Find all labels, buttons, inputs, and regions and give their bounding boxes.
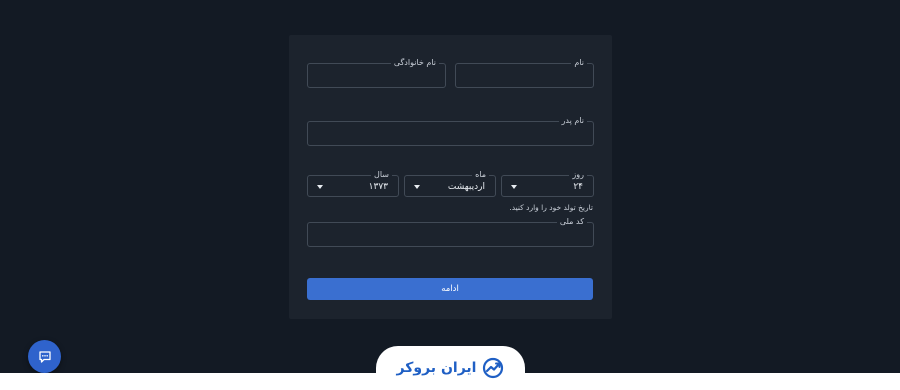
last-name-label: نام خانوادگی: [390, 57, 439, 69]
brand-name: ایران بروکر: [396, 360, 477, 376]
first-name-field[interactable]: نام: [455, 57, 594, 88]
brand-logo[interactable]: ایران بروکر: [376, 346, 525, 390]
birth-date-hint: تاریخ تولد خود را وارد کنید.: [509, 203, 593, 212]
chat-bubble-icon: [38, 350, 51, 363]
birth-day-value: ۲۴: [573, 182, 583, 192]
chevron-down-icon: [511, 185, 517, 189]
national-code-label: کد ملی: [556, 216, 587, 228]
chat-button[interactable]: [28, 340, 61, 373]
national-code-field[interactable]: کد ملی: [307, 216, 594, 247]
continue-button[interactable]: ادامه: [307, 278, 593, 300]
birth-month-select[interactable]: ماه اردیبهشت: [404, 169, 496, 197]
chevron-down-icon: [414, 185, 420, 189]
father-name-label: نام پدر: [558, 115, 587, 127]
trend-arrow-icon: [483, 357, 504, 379]
chevron-down-icon: [317, 185, 323, 189]
registration-card: نام نام خانوادگی نام پدر روز ۲۴ ماه اردی…: [289, 35, 612, 319]
father-name-field[interactable]: نام پدر: [307, 115, 594, 146]
first-name-label: نام: [571, 57, 587, 69]
last-name-field[interactable]: نام خانوادگی: [307, 57, 446, 88]
birth-year-value: ۱۳۷۳: [368, 182, 388, 192]
birth-month-label: ماه: [472, 169, 489, 181]
birth-month-value: اردیبهشت: [447, 182, 485, 192]
birth-year-label: سال: [371, 169, 392, 181]
birth-day-label: روز: [569, 169, 587, 181]
birth-year-select[interactable]: سال ۱۳۷۳: [307, 169, 399, 197]
birth-day-select[interactable]: روز ۲۴: [501, 169, 594, 197]
